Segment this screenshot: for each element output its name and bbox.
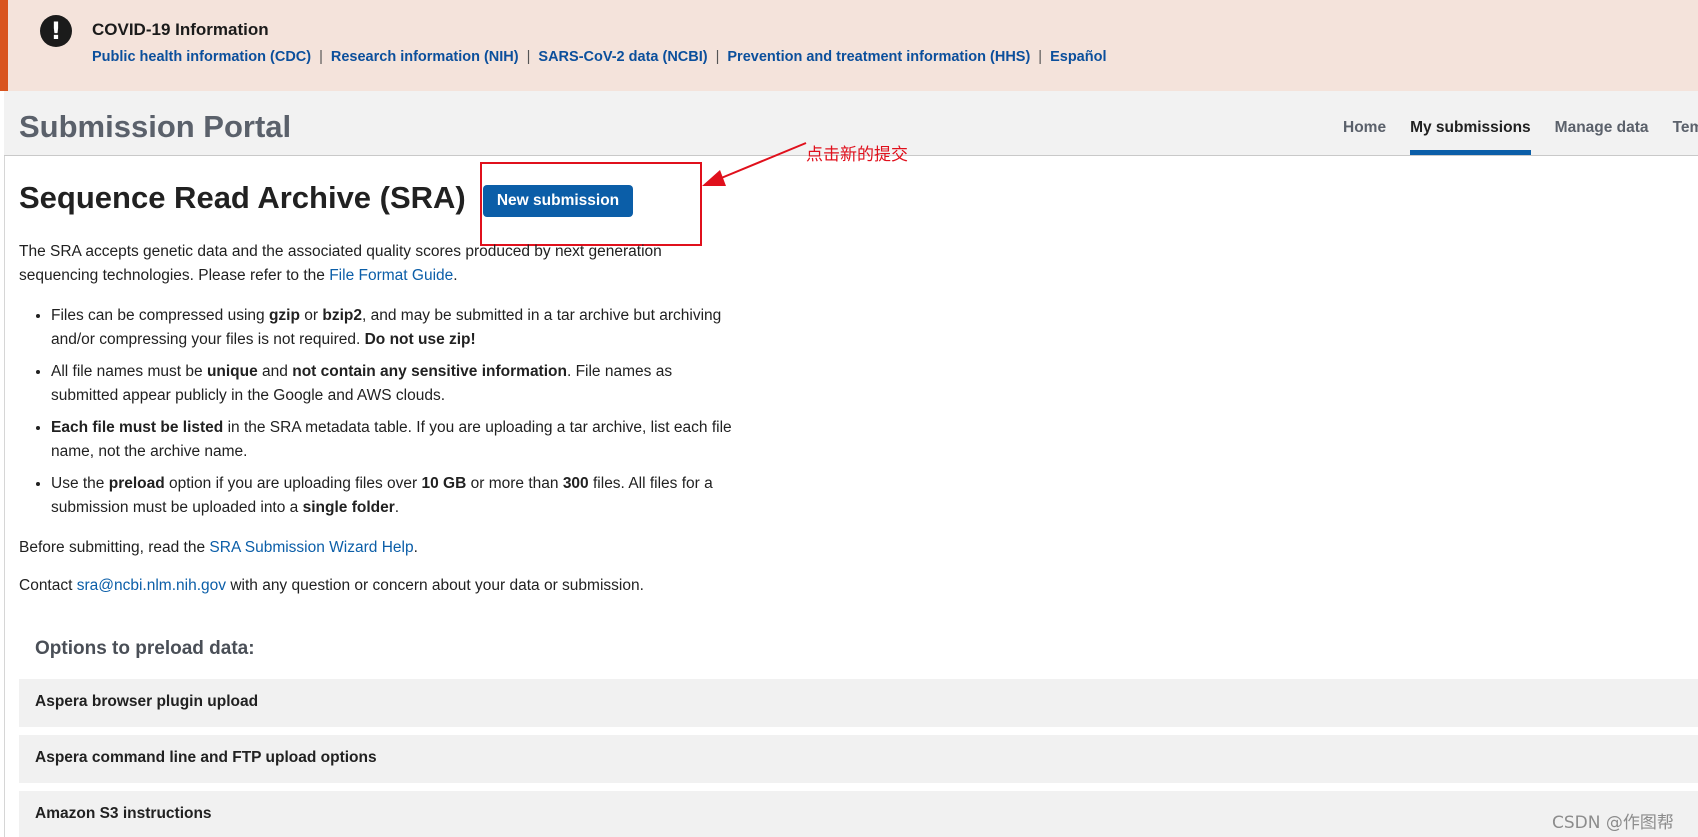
- link-hhs[interactable]: Prevention and treatment information (HH…: [727, 49, 1030, 65]
- list-item: All file names must be unique and not co…: [51, 360, 739, 408]
- nav-my-submissions[interactable]: My submissions: [1410, 91, 1531, 155]
- accordion-label: Aspera browser plugin upload: [35, 693, 259, 710]
- before-suffix: .: [413, 539, 418, 556]
- annotation-highlight-box: [480, 162, 702, 246]
- bullet-text: and: [257, 363, 293, 380]
- accordion-label: Aspera command line and FTP upload optio…: [35, 749, 377, 766]
- covid-links: Public health information (CDC) | Resear…: [92, 49, 1106, 65]
- intro-paragraph: The SRA accepts genetic data and the ass…: [19, 240, 739, 288]
- contact-email-link[interactable]: sra@ncbi.nlm.nih.gov: [77, 577, 226, 594]
- bullet-strong: single folder: [302, 499, 395, 516]
- bullet-strong: 10 GB: [421, 475, 467, 492]
- bullet-strong: Do not use zip!: [364, 331, 476, 348]
- bullet-strong: Each file must be listed: [51, 419, 224, 436]
- annotation-arrow-icon: [702, 142, 807, 186]
- link-separator: |: [1038, 49, 1043, 65]
- sra-description: The SRA accepts genetic data and the ass…: [19, 240, 739, 608]
- accordion-aspera-browser[interactable]: Aspera browser plugin upload: [19, 679, 1698, 727]
- before-text: Before submitting, read the: [19, 539, 210, 556]
- bullet-strong: 300: [562, 475, 589, 492]
- contact-suffix: with any question or concern about your …: [226, 577, 644, 594]
- link-ncbi[interactable]: SARS-CoV-2 data (NCBI): [538, 49, 707, 65]
- wizard-help-link[interactable]: SRA Submission Wizard Help: [209, 539, 413, 556]
- bullet-strong: unique: [206, 363, 258, 380]
- nav-templates[interactable]: Tem: [1673, 91, 1698, 155]
- bullet-text: or: [299, 307, 323, 324]
- covid-banner: ! COVID-19 Information Public health inf…: [0, 0, 1698, 91]
- intro-suffix: .: [453, 267, 458, 284]
- accordion-aspera-cli-ftp[interactable]: Aspera command line and FTP upload optio…: [19, 735, 1698, 783]
- bullet-strong: gzip: [268, 307, 300, 324]
- left-border: [4, 156, 5, 837]
- accordion-label: Amazon S3 instructions: [35, 805, 212, 822]
- bullet-text: All file names must be: [51, 363, 207, 380]
- link-separator: |: [319, 49, 323, 65]
- top-nav: Home My submissions Manage data Tem: [1343, 91, 1698, 156]
- covid-banner-title: COVID-19 Information: [92, 20, 269, 39]
- bullet-text: Use the: [51, 475, 109, 492]
- bullet-text: .: [394, 499, 400, 516]
- link-separator: |: [715, 49, 720, 65]
- list-item: Each file must be listed in the SRA meta…: [51, 416, 739, 464]
- accordion-amazon-s3[interactable]: Amazon S3 instructions: [19, 791, 1698, 837]
- nav-home[interactable]: Home: [1343, 91, 1386, 155]
- contact-paragraph: Contact sra@ncbi.nlm.nih.gov with any qu…: [19, 574, 739, 598]
- list-item: Files can be compressed using gzip or bz…: [51, 304, 739, 352]
- nav-manage-data[interactable]: Manage data: [1555, 91, 1649, 155]
- exclamation-circle-icon: !: [40, 15, 72, 47]
- file-format-guide-link[interactable]: File Format Guide: [329, 267, 453, 284]
- bullet-text: or more than: [466, 475, 563, 492]
- list-item: Use the preload option if you are upload…: [51, 472, 739, 520]
- link-separator: |: [526, 49, 531, 65]
- preload-options-title: Options to preload data:: [35, 638, 255, 659]
- requirements-list: Files can be compressed using gzip or bz…: [51, 304, 739, 520]
- page-title: Sequence Read Archive (SRA): [19, 180, 466, 215]
- contact-text: Contact: [19, 577, 77, 594]
- link-cdc[interactable]: Public health information (CDC): [92, 49, 311, 65]
- watermark: CSDN @作图帮: [1552, 813, 1674, 833]
- link-nih[interactable]: Research information (NIH): [331, 49, 519, 65]
- before-submitting-paragraph: Before submitting, read the SRA Submissi…: [19, 536, 739, 560]
- annotation-text: 点击新的提交: [806, 145, 908, 165]
- link-espanol[interactable]: Español: [1050, 49, 1106, 65]
- bullet-text: option if you are uploading files over: [164, 475, 422, 492]
- bullet-strong: not contain any sensitive information: [292, 363, 567, 380]
- bullet-strong: bzip2: [322, 307, 362, 324]
- bullet-strong: preload: [108, 475, 165, 492]
- portal-title[interactable]: Submission Portal: [19, 109, 291, 145]
- bullet-text: Files can be compressed using: [51, 307, 269, 324]
